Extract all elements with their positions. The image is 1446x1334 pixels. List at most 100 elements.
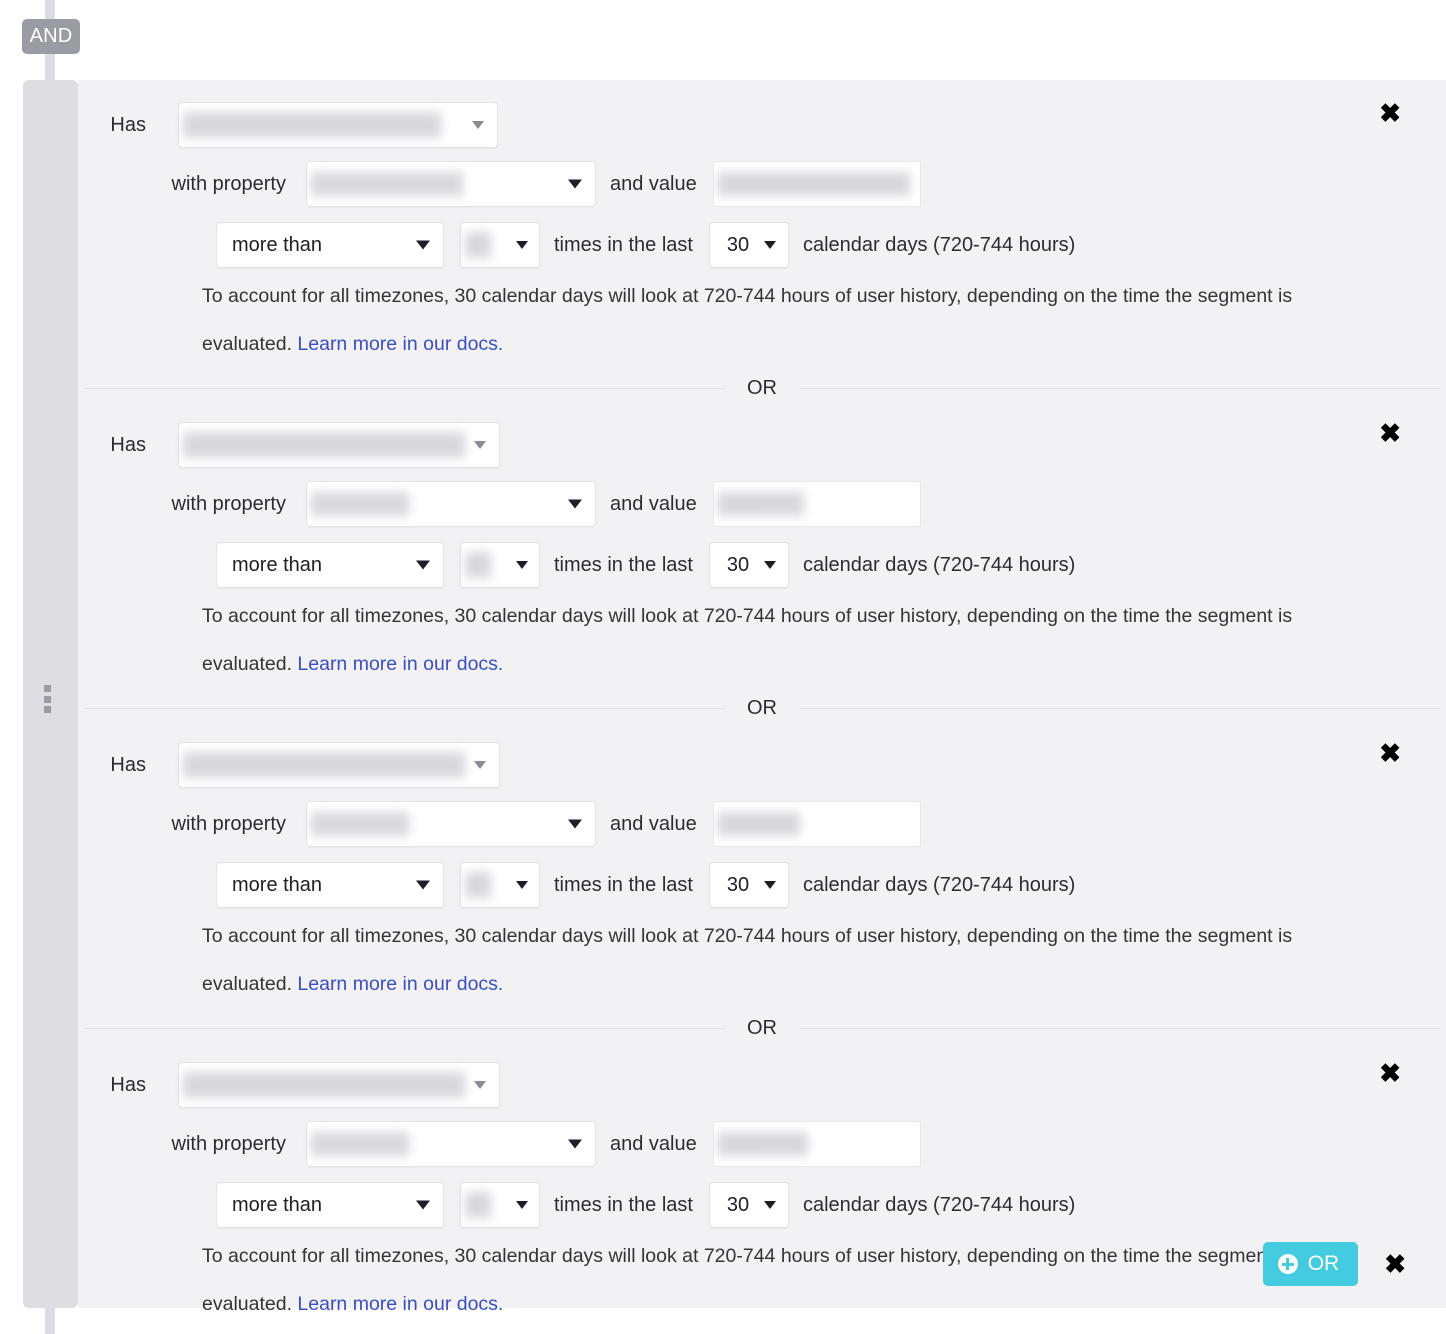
divider-rule: [84, 1028, 725, 1029]
times-in-the-last-label: times in the last: [554, 233, 693, 256]
chevron-down-icon: [416, 880, 430, 890]
chevron-down-icon: [474, 441, 486, 449]
frequency-count-redacted: [465, 227, 491, 263]
property-select[interactable]: [306, 481, 596, 527]
or-divider-label: OR: [747, 1017, 777, 1039]
calendar-days-label: calendar days (720-744 hours): [802, 233, 1076, 256]
event-value-redacted: [183, 747, 465, 783]
frequency-operator-select[interactable]: more than: [216, 862, 444, 908]
chevron-down-icon: [516, 241, 528, 249]
frequency-operator-select[interactable]: more than: [216, 1182, 444, 1228]
with-property-label: with property: [171, 1132, 287, 1155]
and-value-label: and value: [610, 1132, 697, 1155]
property-value-redacted: [311, 806, 409, 842]
remove-condition-button[interactable]: ✖: [1379, 100, 1401, 126]
frequency-operator-select[interactable]: more than: [216, 542, 444, 588]
and-operator-badge[interactable]: AND: [22, 19, 80, 54]
calendar-days-label: calendar days (720-744 hours): [802, 1193, 1076, 1216]
chevron-down-icon: [516, 881, 528, 889]
days-select[interactable]: 30: [708, 222, 789, 268]
divider-rule: [84, 388, 725, 389]
value-input[interactable]: [712, 801, 921, 847]
chevron-down-icon: [568, 1139, 582, 1149]
learn-more-link[interactable]: Learn more in our docs.: [297, 333, 503, 355]
condition-group-panel: ✖ Has with property and value more than times…: [78, 80, 1446, 1315]
value-input[interactable]: [712, 481, 921, 527]
and-value-label: and value: [610, 812, 697, 835]
property-select[interactable]: [306, 1121, 596, 1167]
chevron-down-icon: [763, 561, 776, 569]
value-input[interactable]: [712, 161, 921, 207]
remove-condition-button[interactable]: ✖: [1379, 420, 1401, 446]
frequency-count-redacted: [465, 1187, 491, 1223]
chevron-down-icon: [516, 561, 528, 569]
times-in-the-last-label: times in the last: [554, 553, 693, 576]
days-select-value: 30: [726, 1193, 750, 1216]
value-redacted: [717, 166, 910, 202]
frequency-count-select[interactable]: [460, 1182, 540, 1228]
frequency-operator-select[interactable]: more than: [216, 222, 444, 268]
value-input[interactable]: [712, 1121, 921, 1167]
remove-group-button[interactable]: ✖: [1384, 1251, 1406, 1277]
has-label: Has: [110, 1073, 146, 1096]
days-select-value: 30: [726, 233, 750, 256]
chevron-down-icon: [416, 560, 430, 570]
frequency-count-redacted: [465, 867, 491, 903]
learn-more-link[interactable]: Learn more in our docs.: [297, 653, 503, 675]
timezone-helper-text: To account for all timezones, 30 calenda…: [78, 268, 1382, 368]
timezone-helper-text: To account for all timezones, 30 calenda…: [78, 588, 1382, 688]
add-or-label: OR: [1307, 1252, 1340, 1275]
timezone-helper-text: To account for all timezones, 30 calenda…: [78, 1228, 1382, 1328]
property-value-redacted: [311, 1126, 409, 1162]
remove-condition-button[interactable]: ✖: [1379, 740, 1401, 766]
times-in-the-last-label: times in the last: [554, 873, 693, 896]
divider-rule: [799, 708, 1440, 709]
chevron-down-icon: [568, 819, 582, 829]
property-select[interactable]: [306, 801, 596, 847]
or-divider-label: OR: [747, 697, 777, 719]
chevron-down-icon: [416, 240, 430, 250]
condition-row: ✖ Has with property and value more than times…: [78, 80, 1446, 368]
remove-condition-button[interactable]: ✖: [1379, 1060, 1401, 1086]
condition-row: ✖ Has with property and value more than times…: [78, 720, 1446, 1008]
segment-builder-root: AND ✖ Has with property and value more than t…: [0, 0, 1446, 1334]
learn-more-link[interactable]: Learn more in our docs.: [297, 1293, 503, 1315]
with-property-label: with property: [171, 172, 287, 195]
chevron-down-icon: [416, 1200, 430, 1210]
chevron-down-icon: [763, 881, 776, 889]
frequency-count-redacted: [465, 547, 491, 583]
frequency-count-select[interactable]: [460, 222, 540, 268]
frequency-count-select[interactable]: [460, 542, 540, 588]
chevron-down-icon: [763, 241, 776, 249]
event-select[interactable]: [178, 1062, 500, 1108]
chevron-down-icon: [568, 499, 582, 509]
frequency-count-select[interactable]: [460, 862, 540, 908]
property-value-redacted: [311, 166, 463, 202]
days-select[interactable]: 30: [708, 862, 789, 908]
chevron-down-icon: [568, 179, 582, 189]
add-or-condition-button[interactable]: OR: [1262, 1242, 1359, 1286]
and-value-label: and value: [610, 492, 697, 515]
event-value-redacted: [183, 427, 465, 463]
property-value-redacted: [311, 486, 409, 522]
value-redacted: [717, 486, 804, 522]
value-redacted: [717, 1126, 808, 1162]
days-select[interactable]: 30: [708, 1182, 789, 1228]
has-label: Has: [110, 753, 146, 776]
chevron-down-icon: [516, 1201, 528, 1209]
has-label: Has: [110, 113, 146, 136]
event-select[interactable]: [178, 102, 498, 148]
chevron-down-icon: [474, 1081, 486, 1089]
chevron-down-icon: [474, 761, 486, 769]
value-redacted: [717, 806, 800, 842]
event-select[interactable]: [178, 742, 500, 788]
days-select[interactable]: 30: [708, 542, 789, 588]
frequency-operator-value: more than: [232, 1193, 323, 1216]
with-property-label: with property: [171, 492, 287, 515]
calendar-days-label: calendar days (720-744 hours): [802, 873, 1076, 896]
learn-more-link[interactable]: Learn more in our docs.: [297, 973, 503, 995]
property-select[interactable]: [306, 161, 596, 207]
calendar-days-label: calendar days (720-744 hours): [802, 553, 1076, 576]
drag-dots-icon[interactable]: [44, 685, 53, 713]
event-select[interactable]: [178, 422, 500, 468]
